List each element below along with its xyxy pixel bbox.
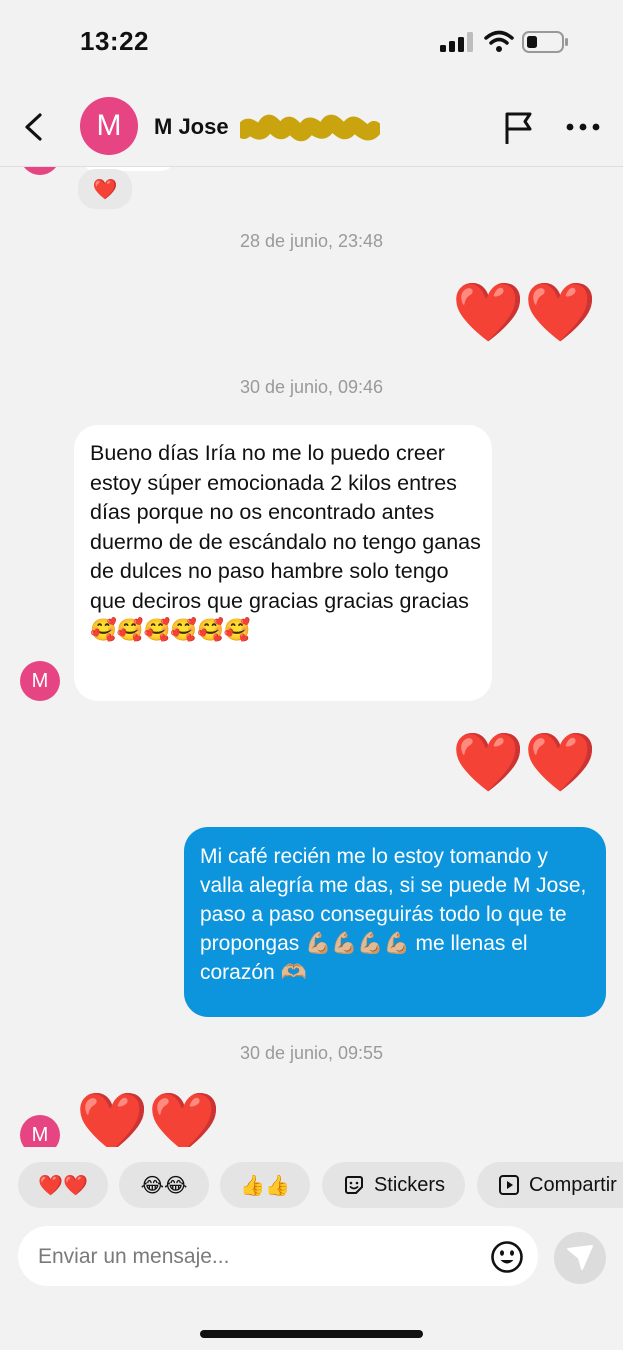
redaction-scribble	[240, 114, 380, 142]
heart-reaction: ❤️	[92, 178, 118, 201]
quick-reply-hearts[interactable]: ❤️❤️	[18, 1162, 108, 1208]
stickers-label: Stickers	[373, 1173, 446, 1196]
incoming-message-bubble[interactable]: Bueno días Iría no me lo puedo creer est…	[74, 425, 492, 701]
message-input[interactable]	[36, 1240, 470, 1274]
home-indicator	[200, 1330, 423, 1338]
contact-name[interactable]: M Jose	[154, 114, 229, 140]
share-button[interactable]: Compartir	[477, 1162, 623, 1208]
share-label: Compartir	[529, 1173, 617, 1196]
sticker-icon	[344, 1176, 363, 1194]
sent-hearts-message[interactable]: ❤️❤️	[452, 279, 596, 347]
message-composer	[18, 1226, 538, 1286]
outgoing-message-bubble[interactable]: Mi café recién me lo estoy tomando y val…	[184, 827, 606, 1017]
avatar	[20, 167, 60, 175]
avatar[interactable]: M	[20, 1115, 60, 1147]
status-time: 13:22	[80, 26, 149, 56]
quick-reply-label: 👍👍	[240, 1174, 290, 1197]
wifi-icon	[484, 30, 514, 52]
quick-reply-thumbs[interactable]: 👍👍	[220, 1162, 310, 1208]
quick-reply-bar: ❤️❤️ 😂😂 👍👍 Stickers Compartir	[0, 1160, 623, 1212]
emoji-icon[interactable]	[490, 1240, 524, 1274]
flag-icon[interactable]	[502, 110, 536, 144]
quick-reply-laughs[interactable]: 😂😂	[119, 1162, 209, 1208]
stickers-button[interactable]: Stickers	[322, 1162, 465, 1208]
play-square-icon	[499, 1175, 519, 1195]
avatar[interactable]: M	[20, 661, 60, 701]
contact-avatar[interactable]: M	[80, 97, 138, 155]
incoming-hearts-message[interactable]: ❤️❤️	[76, 1089, 220, 1147]
incoming-message-text: Bueno días Iría no me lo puedo creer est…	[90, 441, 481, 642]
send-icon	[567, 1245, 593, 1270]
battery-icon	[522, 31, 568, 53]
timestamp: 30 de junio, 09:55	[239, 1043, 384, 1063]
back-arrow-icon[interactable]	[20, 112, 48, 142]
send-button[interactable]	[554, 1232, 606, 1284]
timestamp: 28 de junio, 23:48	[239, 231, 384, 251]
message-list[interactable]: ❤️ 28 de junio, 23:48 ❤️❤️ 30 de junio, …	[0, 167, 623, 1147]
sent-hearts-message[interactable]: ❤️❤️	[452, 729, 596, 797]
status-bar: 13:22	[0, 0, 623, 84]
outgoing-message-text: Mi café recién me lo estoy tomando y val…	[200, 845, 587, 984]
quick-reply-label: 😂😂	[140, 1174, 188, 1197]
quick-reply-label: ❤️❤️	[38, 1174, 88, 1197]
timestamp: 30 de junio, 09:46	[239, 377, 384, 397]
reaction-badge[interactable]: ❤️	[78, 169, 132, 209]
chat-header: M M Jose	[0, 84, 623, 167]
more-options-icon[interactable]	[566, 122, 600, 132]
signal-icon	[440, 32, 473, 52]
